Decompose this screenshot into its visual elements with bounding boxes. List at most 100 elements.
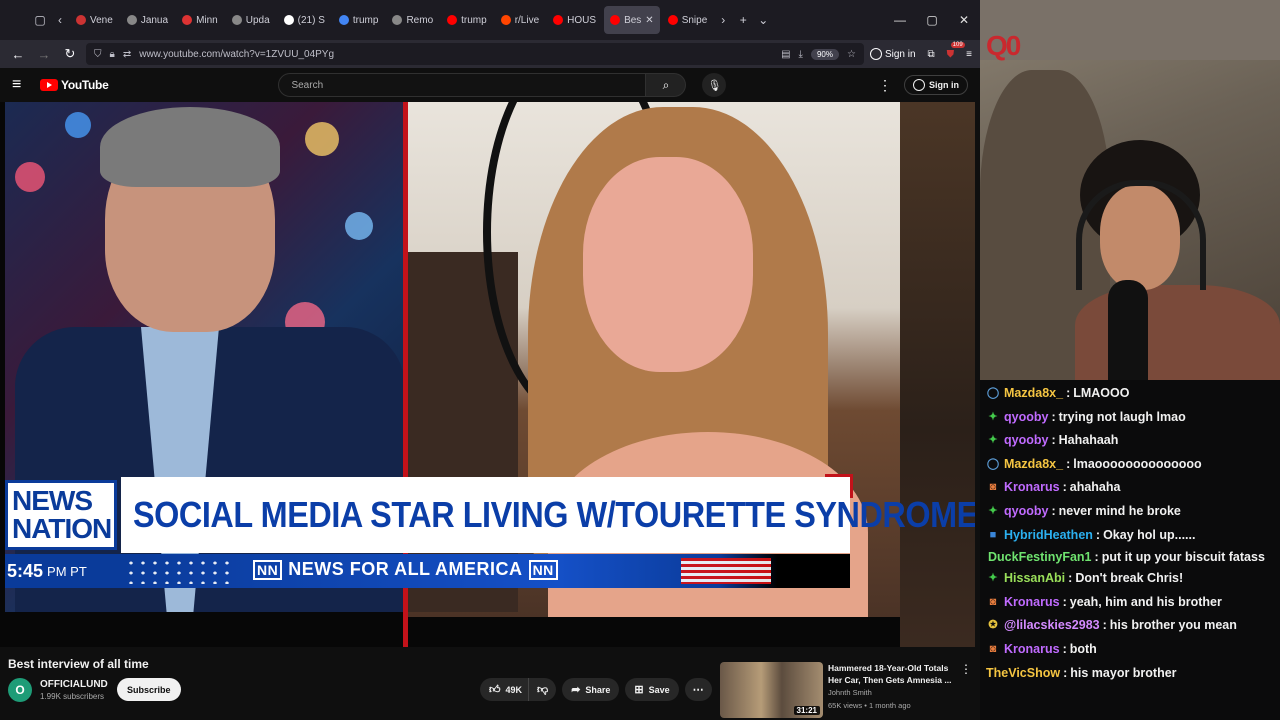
search-input[interactable]: Search — [278, 73, 647, 97]
bokeh-light — [65, 112, 91, 138]
app-menu-icon[interactable]: ≡ — [966, 49, 972, 60]
youtube-signin-button[interactable]: Sign in — [904, 75, 968, 95]
save-button[interactable]: ⊞ Save — [625, 678, 679, 701]
chat-username[interactable]: @lilacskies2983 — [1004, 614, 1100, 638]
chat-text: Okay hol up...... — [1103, 527, 1196, 542]
lock-icon[interactable]: 🔒︎ — [110, 49, 115, 60]
video-info: Best interview of all time O OFFICIALUND… — [0, 652, 975, 720]
tab-close-icon[interactable]: ✕ — [645, 15, 653, 26]
recommended-thumbnail[interactable]: 31:21 — [720, 662, 823, 718]
chat-username[interactable]: Mazda8x_ — [1004, 382, 1063, 406]
browser-tab[interactable]: Minn — [176, 6, 224, 34]
voice-search-button[interactable]: 🎙︎ — [702, 73, 727, 97]
recommended-title[interactable]: Hammered 18-Year-Old Totals Her Car, The… — [828, 662, 956, 686]
browser-tab[interactable]: Bes ✕ — [604, 6, 660, 34]
live-chat: ◯ Mazda8x_: LMAOOO ✦ qyooby: trying not laugh… — [980, 382, 1280, 685]
browser-tab[interactable]: Remo — [386, 6, 439, 34]
recommended-more-icon[interactable]: ⋮ — [960, 662, 972, 676]
reader-view-icon[interactable]: ▤ — [781, 49, 790, 60]
chat-text: his mayor brother — [1070, 665, 1177, 680]
chat-separator: : — [1094, 550, 1099, 565]
chat-username[interactable]: qyooby — [1004, 406, 1048, 430]
window-controls: — ▢ ✕ — [884, 13, 980, 27]
channel-avatar[interactable]: O — [8, 678, 32, 702]
extensions-icon[interactable]: ⧉ — [928, 49, 935, 60]
browser-tab[interactable]: trump — [333, 6, 385, 34]
youtube-logo[interactable]: YouTube — [40, 78, 109, 92]
url-text[interactable]: www.youtube.com/watch?v=1ZVUU_04PYg — [139, 49, 773, 60]
tabs-scroll-right-icon[interactable]: › — [713, 8, 733, 32]
time-value: 5:45 — [7, 560, 44, 581]
person-box-badge-icon: ◙ — [989, 595, 997, 608]
like-button[interactable]: 👍︎ 49K — [480, 678, 529, 701]
chat-username[interactable]: HybridHeathen — [1004, 524, 1093, 548]
permissions-icon[interactable]: ⇄ — [123, 49, 131, 60]
bookmark-star-icon[interactable]: ☆ — [847, 49, 856, 60]
close-window-button[interactable]: ✕ — [948, 13, 980, 27]
tab-favicon-icon — [500, 15, 511, 25]
ublock-icon[interactable]: ⛊ 109 — [947, 41, 965, 60]
url-bar[interactable]: ⛉ 🔒︎ ⇄ www.youtube.com/watch?v=1ZVUU_04P… — [86, 43, 864, 65]
bokeh-light — [305, 122, 339, 156]
channel-name[interactable]: OFFICIALUND — [40, 679, 108, 690]
browser-tab[interactable]: trump — [441, 6, 493, 34]
forward-button[interactable]: → — [34, 47, 54, 62]
minimize-button[interactable]: — — [884, 13, 916, 27]
hamburger-menu-icon[interactable]: ≡ — [12, 76, 30, 94]
coin-badge-icon: ✪ — [988, 619, 998, 632]
header-right: ⋮ Sign in — [878, 75, 968, 95]
maximize-button[interactable]: ▢ — [916, 13, 948, 27]
recommended-video[interactable]: 31:21 Hammered 18-Year-Old Totals Her Ca… — [720, 662, 975, 720]
ticker-text: NN NEWS FOR ALL AMERICA NN — [253, 559, 558, 580]
browser-tab[interactable]: Janua — [121, 6, 174, 34]
chat-separator: : — [1066, 386, 1071, 400]
back-button[interactable]: ← — [8, 47, 28, 62]
bokeh-light — [345, 212, 373, 240]
chat-separator: : — [1068, 571, 1073, 586]
zoom-level[interactable]: 90% — [810, 48, 839, 60]
subscribe-button[interactable]: Subscribe — [117, 678, 181, 701]
settings-more-icon[interactable]: ⋮ — [878, 77, 892, 94]
chat-username[interactable]: Kronarus — [1004, 638, 1060, 662]
save-page-icon[interactable]: ⤓ — [799, 49, 803, 60]
nav-bar: ← → ↻ ⛉ 🔒︎ ⇄ www.youtube.com/watch?v=1ZV… — [0, 40, 980, 68]
tab-overflow-icon[interactable]: ⌄ — [753, 8, 773, 32]
time-zone: PM PT — [47, 563, 87, 579]
tab-favicon-icon — [667, 15, 678, 25]
dislike-button[interactable]: 👎︎ — [528, 678, 557, 701]
video-player[interactable]: NEWS NATION SOCIAL MEDIA STAR LIVING W/T… — [0, 102, 975, 647]
chat-username[interactable]: Kronarus — [1004, 591, 1060, 615]
shield-icon[interactable]: ⛉ — [94, 49, 102, 60]
browser-tab[interactable]: HOUS — [547, 6, 602, 34]
recommended-channel[interactable]: Johnth Smith — [828, 688, 872, 697]
chat-username[interactable]: qyooby — [1004, 429, 1048, 453]
browser-tab[interactable]: Upda — [226, 6, 276, 34]
reload-button[interactable]: ↻ — [60, 46, 80, 62]
more-actions-button[interactable]: ⋯ — [684, 678, 712, 701]
chat-username[interactable]: Kronarus — [1004, 476, 1060, 500]
nn-badge-right: NN — [528, 559, 558, 580]
chat-username[interactable]: DuckFestinyFan1 — [988, 550, 1092, 564]
share-button[interactable]: ➦ Share — [562, 678, 620, 701]
chat-separator: : — [1051, 409, 1056, 424]
new-tab-button[interactable]: + — [733, 8, 753, 32]
browser-tab[interactable]: Vene — [70, 6, 119, 34]
search-button[interactable]: ⌕ — [646, 73, 687, 97]
thumbs-down-icon: 👎︎ — [537, 684, 549, 696]
tab-label: Remo — [406, 14, 434, 26]
chat-username[interactable]: Mazda8x_ — [1004, 453, 1063, 477]
tab-label: (21) S — [297, 14, 325, 26]
chat-text: Don't break Chris! — [1075, 571, 1184, 586]
chat-username[interactable]: TheVicShow — [986, 662, 1060, 686]
tab-label: Janua — [140, 14, 169, 26]
chat-username[interactable]: qyooby — [1004, 500, 1048, 524]
browser-tab[interactable]: (21) S — [278, 6, 331, 34]
tabs-scroll-left-icon[interactable]: ‹ — [50, 8, 70, 32]
tab-list-icon[interactable]: ▢ — [30, 8, 50, 32]
browser-tab[interactable]: r/Live — [495, 6, 545, 34]
account-button[interactable]: Sign in — [869, 48, 916, 60]
extension-badge: 109 — [950, 41, 965, 48]
browser-tab[interactable]: Snipe — [662, 6, 714, 34]
chat-separator: : — [1062, 480, 1067, 495]
chat-username[interactable]: HissanAbi — [1004, 567, 1065, 591]
